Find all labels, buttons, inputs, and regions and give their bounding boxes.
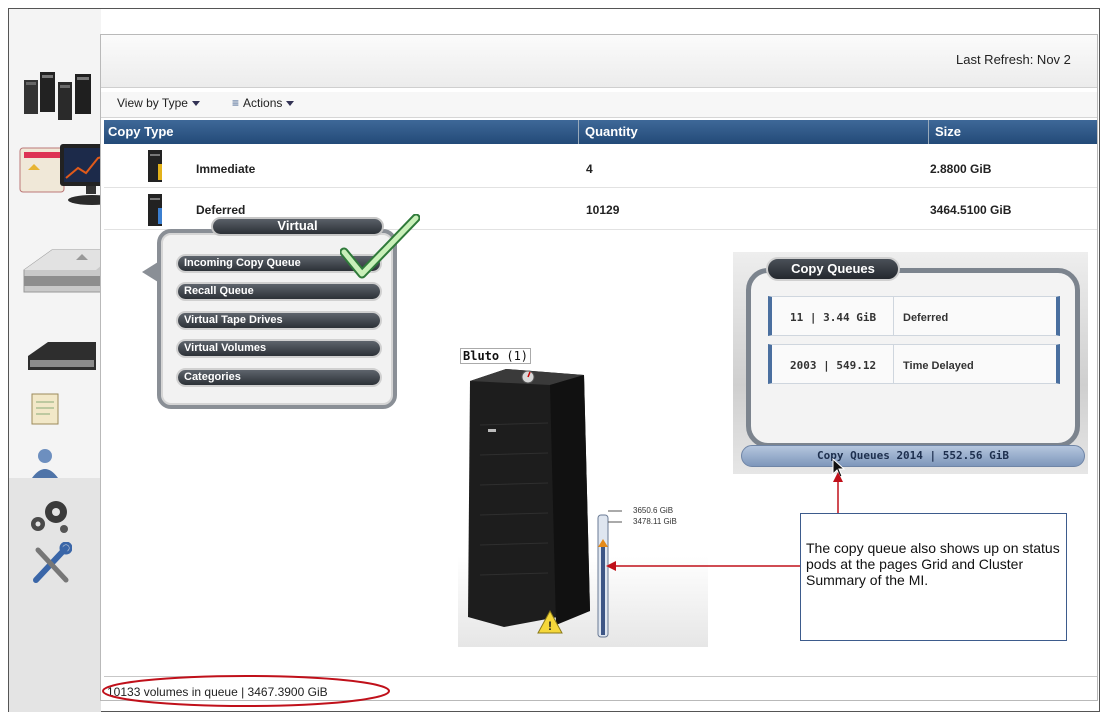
view-by-type-menu[interactable]: View by Type xyxy=(117,96,200,110)
cluster-rack-graphic[interactable]: ! xyxy=(458,345,708,647)
menu-item-virtual-tape-drives[interactable]: Virtual Tape Drives xyxy=(176,311,382,330)
actions-list-icon: ≡ xyxy=(232,96,240,110)
copy-queues-title: Copy Queues xyxy=(766,257,900,281)
cluster-icon[interactable] xyxy=(22,68,98,123)
column-header-size[interactable]: Size xyxy=(935,124,961,139)
menu-item-recall-queue[interactable]: Recall Queue xyxy=(176,282,382,301)
actions-menu[interactable]: ≡ Actions xyxy=(232,96,295,110)
copy-type-immediate-icon xyxy=(148,150,162,182)
quantity-cell: 10129 xyxy=(586,203,620,217)
menu-item-categories[interactable]: Categories xyxy=(176,368,382,387)
menu-item-virtual-volumes[interactable]: Virtual Volumes xyxy=(176,339,382,358)
chevron-down-icon xyxy=(286,101,295,107)
cluster-name-label: Bluto (1) xyxy=(460,348,532,364)
column-divider xyxy=(578,120,579,144)
svg-text:!: ! xyxy=(548,619,552,633)
pod-row-divider xyxy=(893,296,894,336)
column-header-copy-type[interactable]: Copy Type xyxy=(108,124,174,139)
popup-pointer xyxy=(142,262,158,282)
settings-icon[interactable] xyxy=(28,498,72,534)
queue-summary-status: 10133 volumes in queue | 3467.3900 GiB xyxy=(107,685,328,699)
deferred-value: 11 | 3.44 GiB xyxy=(790,311,877,324)
table-footer-divider xyxy=(104,676,1097,677)
gauge-capacity-bottom: 3478.11 GiB xyxy=(633,517,677,526)
column-divider xyxy=(928,120,929,144)
copy-queues-summary-bar[interactable]: Copy Queues 2014 | 552.56 GiB xyxy=(741,445,1085,467)
quantity-cell: 4 xyxy=(586,162,593,176)
view-by-type-label: View by Type xyxy=(117,96,188,110)
time-delayed-value: 2003 | 549.12 xyxy=(790,359,877,372)
size-cell: 2.8800 GiB xyxy=(930,162,992,176)
physical-tape-icon[interactable] xyxy=(24,340,98,374)
gauge-capacity-top: 3650.6 GiB xyxy=(633,506,674,515)
deferred-label: Deferred xyxy=(903,312,949,324)
annotation-callout-text: The copy queue also shows up on status p… xyxy=(806,540,1060,588)
time-delayed-label: Time Delayed xyxy=(903,360,974,372)
cluster-count: (1) xyxy=(506,349,529,363)
access-icon[interactable] xyxy=(28,446,62,480)
last-refresh-text: Last Refresh: Nov 2 xyxy=(956,52,1071,67)
panel-header xyxy=(101,35,1097,88)
service-icon[interactable] xyxy=(30,542,72,586)
pod-row-divider xyxy=(893,344,894,384)
copy-type-cell: Deferred xyxy=(196,203,246,217)
column-header-quantity[interactable]: Quantity xyxy=(585,124,638,139)
copy-type-cell: Immediate xyxy=(196,162,256,176)
cluster-name: Bluto xyxy=(463,349,500,363)
mouse-cursor-icon xyxy=(832,458,846,478)
constructs-icon[interactable] xyxy=(30,392,60,426)
checkmark-icon xyxy=(340,214,420,279)
chevron-down-icon xyxy=(191,101,200,107)
actions-label: Actions xyxy=(243,96,283,110)
copy-type-deferred-icon xyxy=(148,194,162,226)
size-cell: 3464.5100 GiB xyxy=(930,203,1012,217)
